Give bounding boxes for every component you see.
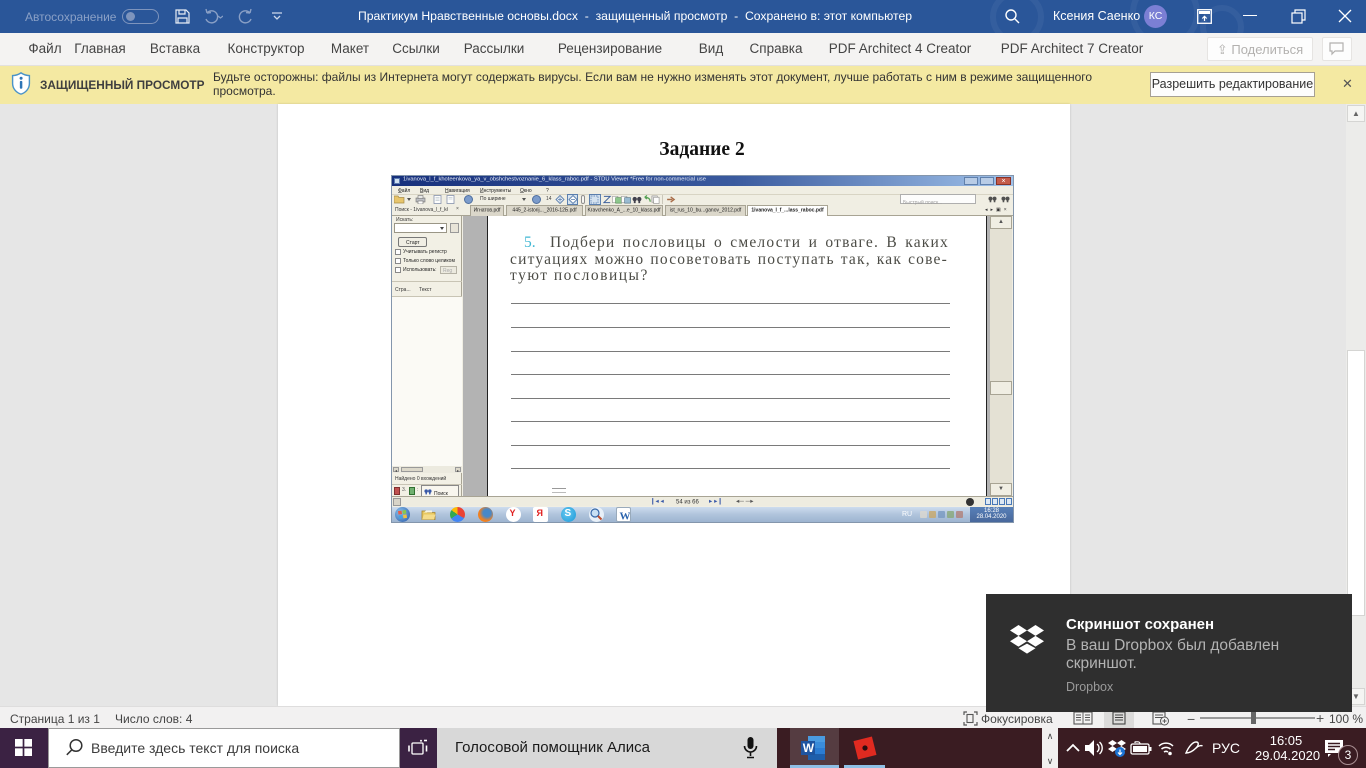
svg-text:W: W <box>803 741 815 755</box>
svg-text:W: W <box>620 511 631 523</box>
